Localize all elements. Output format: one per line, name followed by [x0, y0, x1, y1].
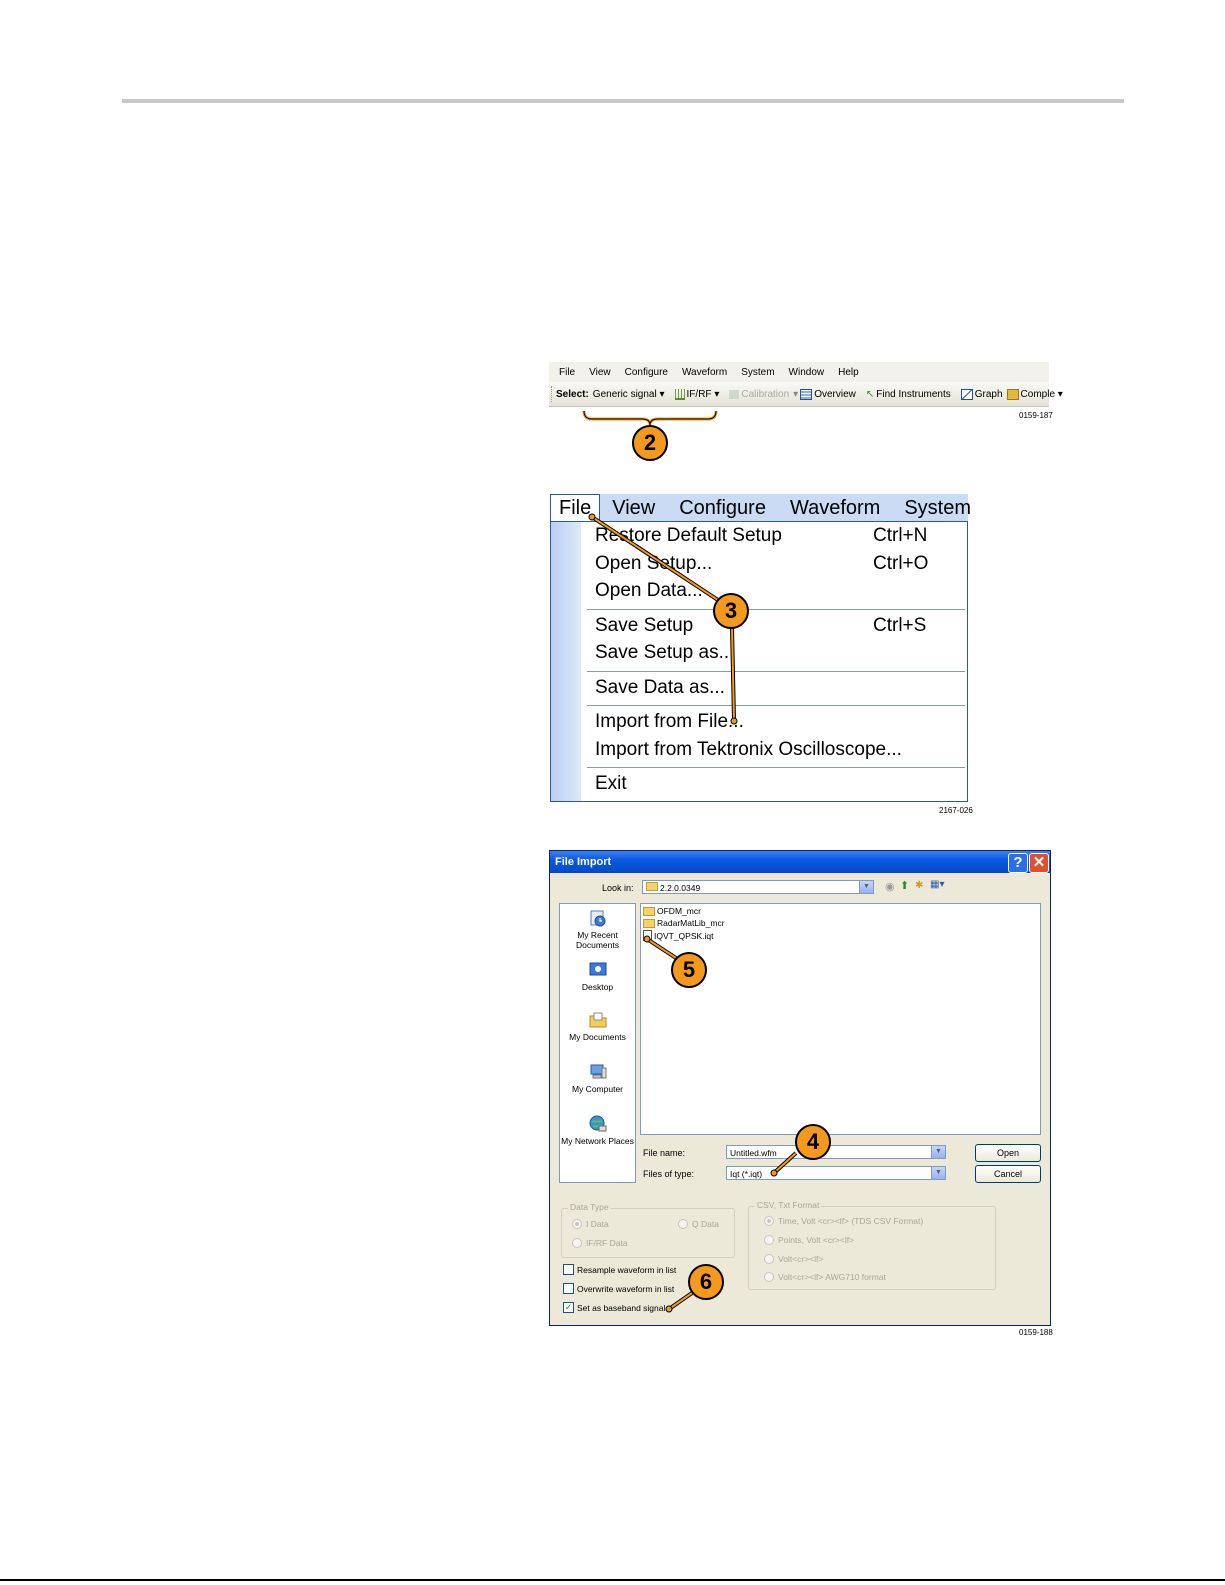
leader-dot — [665, 1305, 673, 1313]
callout-5: 5 — [671, 952, 707, 988]
callout-4: 4 — [795, 1124, 831, 1160]
leader-line — [773, 1152, 797, 1174]
leader-dot — [730, 717, 738, 725]
leader-dot — [588, 513, 596, 521]
footer-rule — [0, 1579, 1225, 1581]
callout-2: 2 — [632, 425, 668, 461]
leader-dot — [643, 935, 651, 943]
callout-3: 3 — [713, 593, 749, 629]
leader-line — [668, 1292, 693, 1310]
callout-6: 6 — [688, 1264, 724, 1300]
callout-leaders — [582, 410, 798, 1313]
leader-dot — [770, 1169, 778, 1177]
leader-line — [646, 938, 677, 959]
leader-line — [591, 516, 719, 601]
